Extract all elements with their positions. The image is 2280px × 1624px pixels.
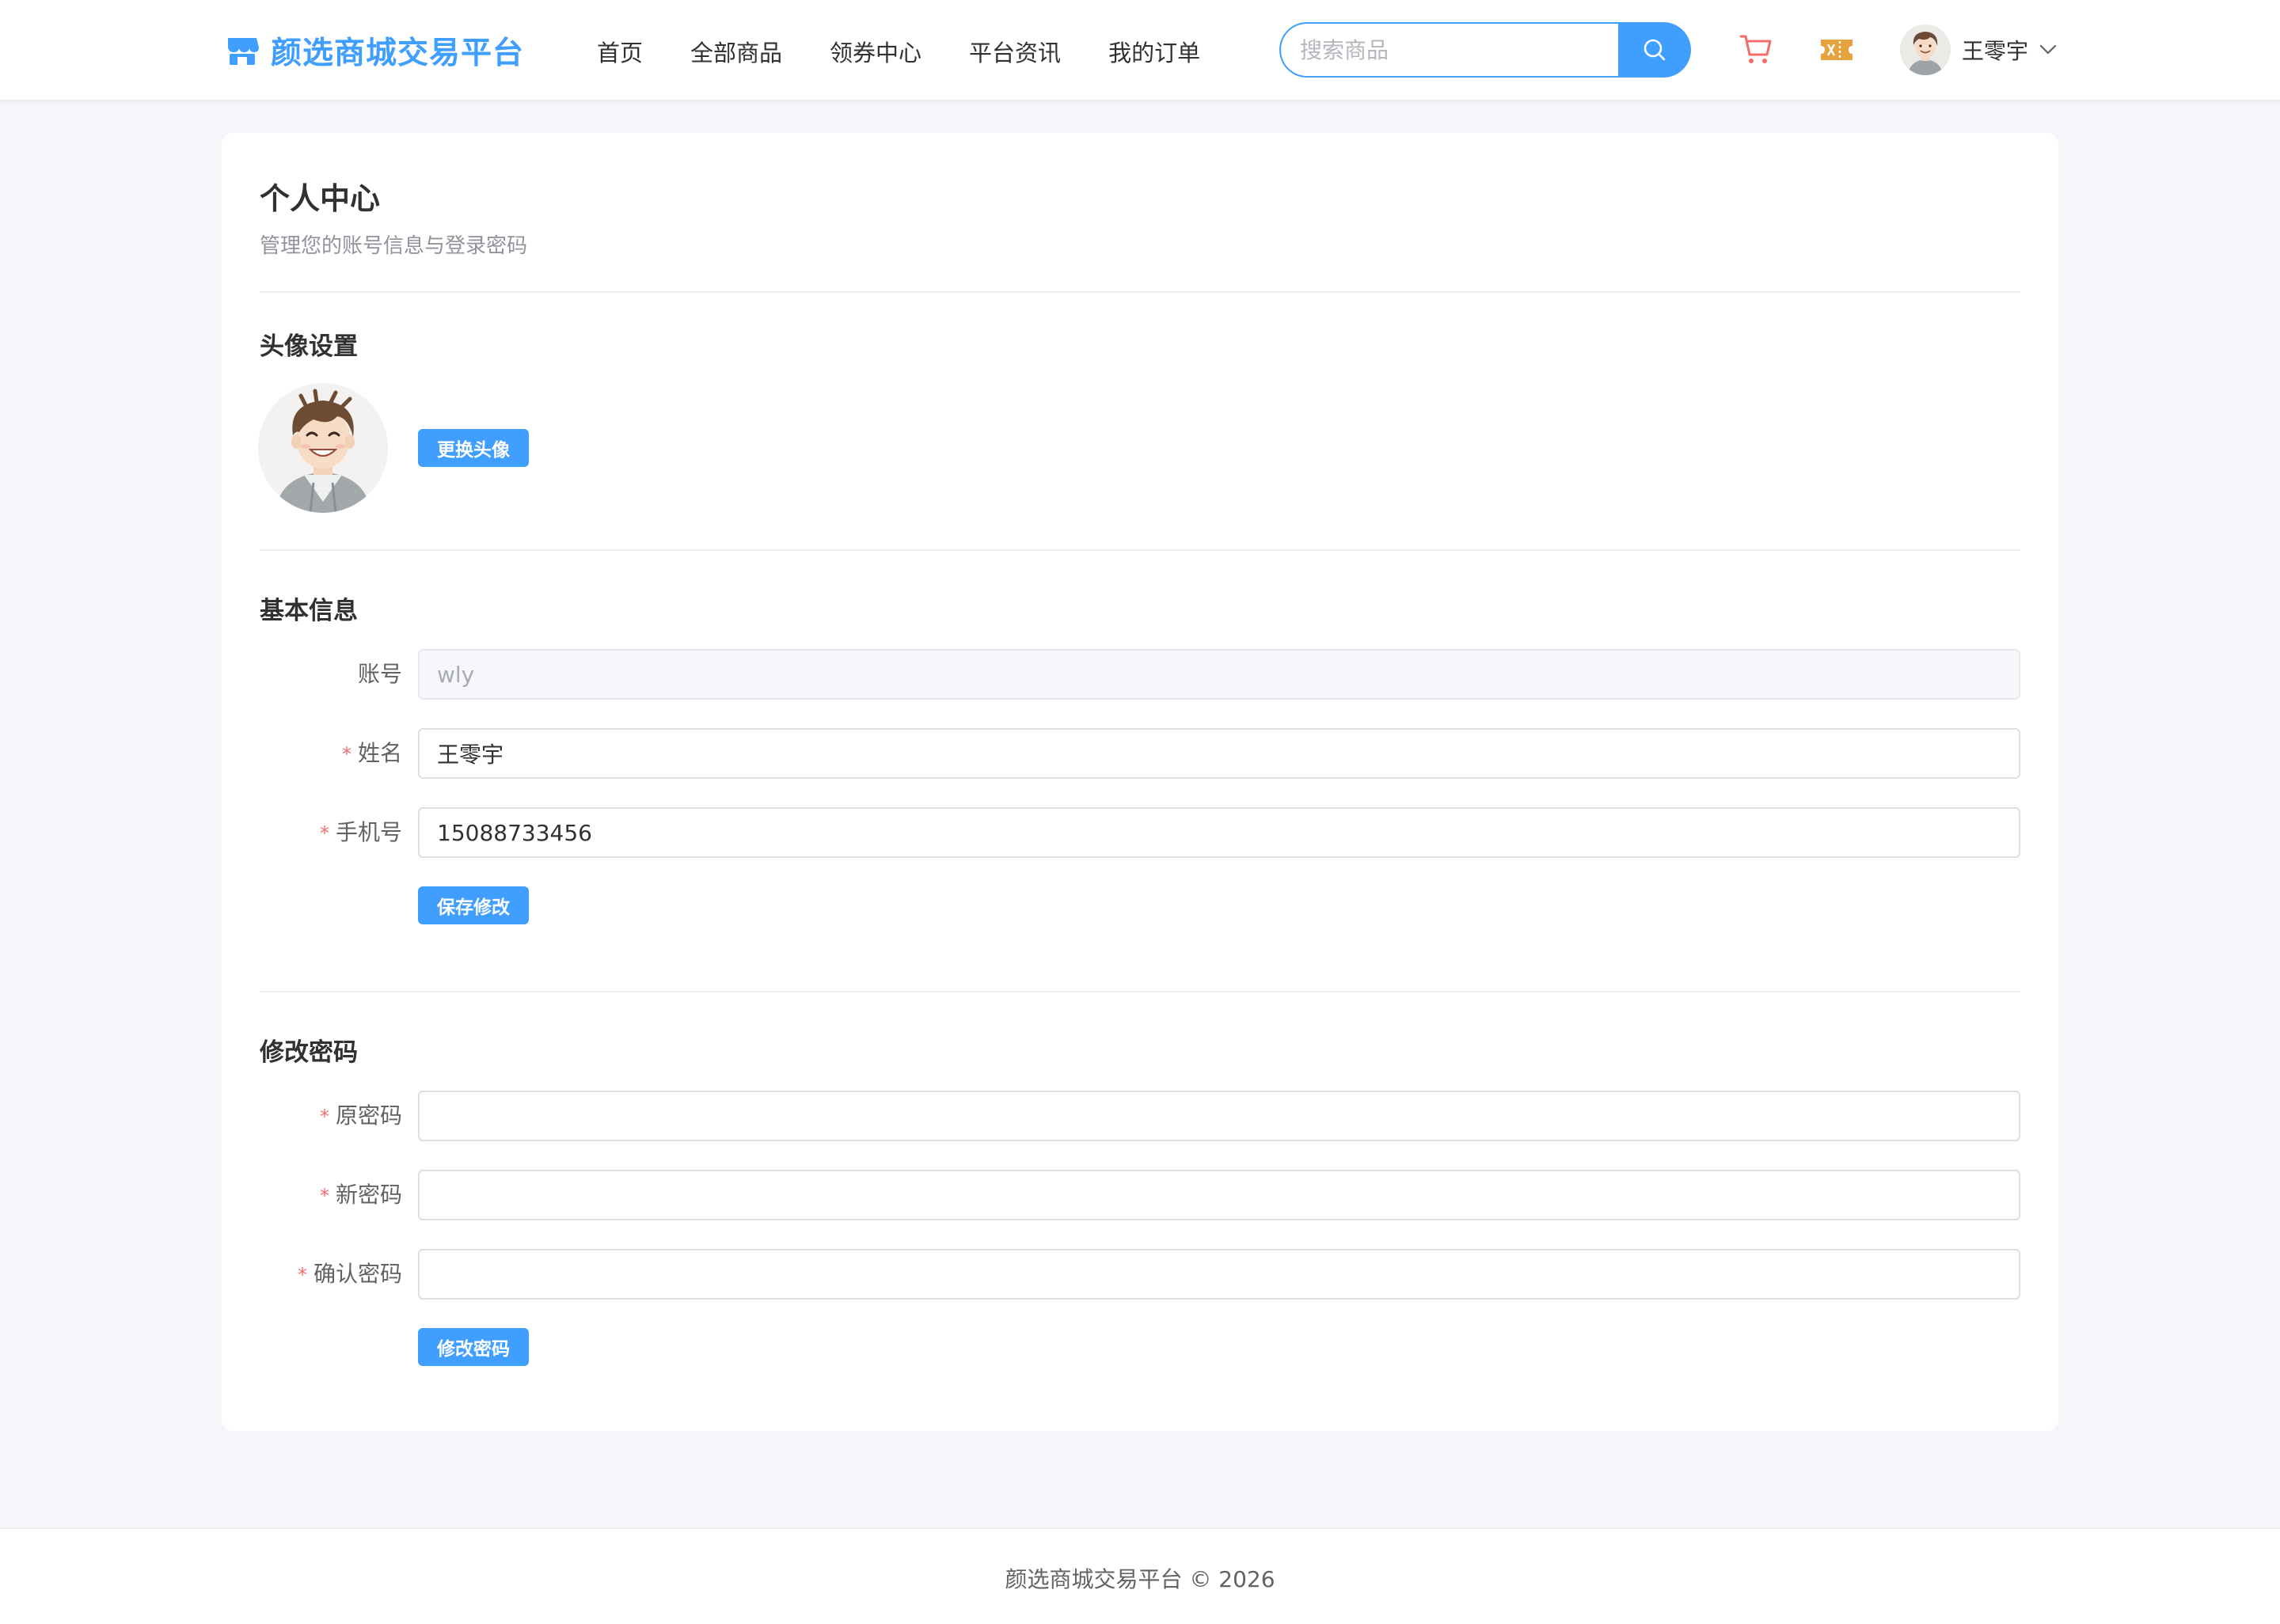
- phone-label: * 手机号: [260, 807, 402, 858]
- old-password-label-text: 原密码: [335, 1102, 402, 1129]
- page-footer: 颜选商城交易平台 © 2026: [0, 1527, 2280, 1624]
- account-field: [418, 649, 2020, 700]
- new-password-field[interactable]: [418, 1170, 2020, 1220]
- chevron-down-icon: [2039, 44, 2057, 55]
- old-password-label: * 原密码: [260, 1091, 402, 1141]
- new-password-label-text: 新密码: [335, 1182, 402, 1208]
- confirm-password-field[interactable]: [418, 1249, 2020, 1300]
- divider: [260, 549, 2020, 551]
- footer-copyright: 颜选商城交易平台 © 2026: [1005, 1566, 1275, 1592]
- avatar: [1900, 25, 1951, 75]
- old-password-field[interactable]: [418, 1091, 2020, 1141]
- required-mark: *: [297, 1264, 307, 1286]
- nav-item-coupon-center[interactable]: 领券中心: [830, 35, 922, 68]
- change-avatar-button[interactable]: 更换头像: [418, 429, 529, 467]
- required-mark: *: [341, 743, 352, 765]
- profile-card: 个人中心 管理您的账号信息与登录密码 头像设置 更换头像 基本信息 账号 wly…: [222, 133, 2058, 1431]
- site-logo[interactable]: 颜选商城交易平台: [225, 28, 524, 73]
- search-input[interactable]: [1279, 22, 1620, 78]
- top-header: 颜选商城交易平台 首页 全部商品 领券中心 平台资讯 我的订单 搜索商品 王零宇: [0, 0, 2280, 101]
- name-label-text: 姓名: [357, 740, 402, 766]
- site-name: 颜选商城交易平台: [271, 36, 525, 71]
- confirm-password-label-text: 确认密码: [313, 1261, 402, 1287]
- phone-label-text: 手机号: [335, 819, 402, 845]
- page-subtitle: 管理您的账号信息与登录密码: [260, 234, 528, 258]
- avatar-section-title: 头像设置: [260, 332, 358, 361]
- name-label: * 姓名: [260, 728, 402, 779]
- nav-item-home[interactable]: 首页: [597, 35, 643, 68]
- account-label: 账号: [260, 649, 402, 700]
- confirm-password-label: * 确认密码: [260, 1249, 402, 1300]
- main-nav: 首页 全部商品 领券中心 平台资讯 我的订单: [597, 32, 1248, 71]
- nav-item-platform-news[interactable]: 平台资讯: [969, 35, 1061, 68]
- divider: [260, 291, 2020, 293]
- search-icon: [1644, 39, 1666, 61]
- new-password-label: * 新密码: [260, 1170, 402, 1220]
- user-name: 王零宇: [1962, 38, 2029, 64]
- profile-avatar: [258, 383, 388, 513]
- cart-icon[interactable]: [1738, 32, 1773, 66]
- nav-item-all-products[interactable]: 全部商品: [690, 35, 782, 68]
- coupon-icon[interactable]: [1819, 36, 1854, 63]
- required-mark: *: [319, 822, 329, 844]
- password-section-title: 修改密码: [260, 1038, 358, 1067]
- required-mark: *: [319, 1185, 329, 1207]
- nav-item-my-orders[interactable]: 我的订单: [1108, 35, 1200, 68]
- save-changes-button[interactable]: 保存修改: [418, 886, 529, 924]
- basic-info-section-title: 基本信息: [260, 597, 358, 625]
- divider: [260, 991, 2020, 992]
- account-label-text: 账号: [357, 661, 402, 687]
- page-title: 个人中心: [260, 181, 381, 216]
- search-box: [1279, 22, 1691, 78]
- change-password-button[interactable]: 修改密码: [418, 1328, 529, 1366]
- phone-field[interactable]: [418, 807, 2020, 858]
- name-field[interactable]: [418, 728, 2020, 779]
- required-mark: *: [319, 1106, 329, 1128]
- shop-logo-icon: [228, 38, 259, 65]
- user-menu[interactable]: 王零宇: [1900, 24, 2057, 76]
- search-button[interactable]: [1618, 22, 1691, 78]
